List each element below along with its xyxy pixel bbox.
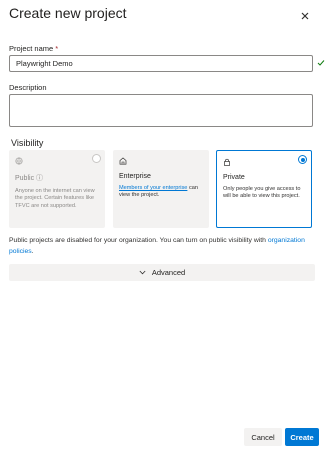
enterprise-name: Enterprise [119,173,151,180]
private-radio[interactable] [298,155,307,164]
globe-icon [15,157,23,165]
public-radio [92,154,101,163]
enterprise-description: Members of your enterprise can view the … [119,185,198,199]
enterprise-members-link[interactable]: Members of your enterprise [119,185,187,191]
building-icon [119,157,127,165]
checkmark-icon [317,60,325,66]
private-description: Only people you give access to will be a… [223,186,301,200]
private-name: Private [223,174,245,181]
project-name-input[interactable] [9,55,313,72]
public-disabled-notice: Public projects are disabled for your or… [9,237,305,255]
public-name: Public ⓘ [15,175,44,182]
visibility-label: Visibility [11,138,44,148]
visibility-option-private[interactable]: Private Only people you give access to w… [216,150,312,228]
visibility-option-public: Public ⓘ Anyone on the internet can view… [9,150,105,228]
advanced-toggle[interactable]: Advanced [9,264,315,281]
dialog-title: Create new project [9,5,127,21]
advanced-label: Advanced [151,268,186,277]
public-description: Anyone on the internet can view the proj… [15,188,95,209]
project-name-label: Project name * [9,44,59,53]
cancel-button[interactable]: Cancel [244,428,282,446]
create-button[interactable]: Create [285,428,319,446]
description-label: Description [9,83,47,92]
description-textarea[interactable] [9,94,313,127]
info-icon: ⓘ [36,175,44,182]
close-icon[interactable] [298,9,312,23]
visibility-option-enterprise[interactable]: Enterprise Members of your enterprise ca… [113,150,209,228]
chevron-down-icon [139,270,146,275]
lock-icon [224,158,230,166]
